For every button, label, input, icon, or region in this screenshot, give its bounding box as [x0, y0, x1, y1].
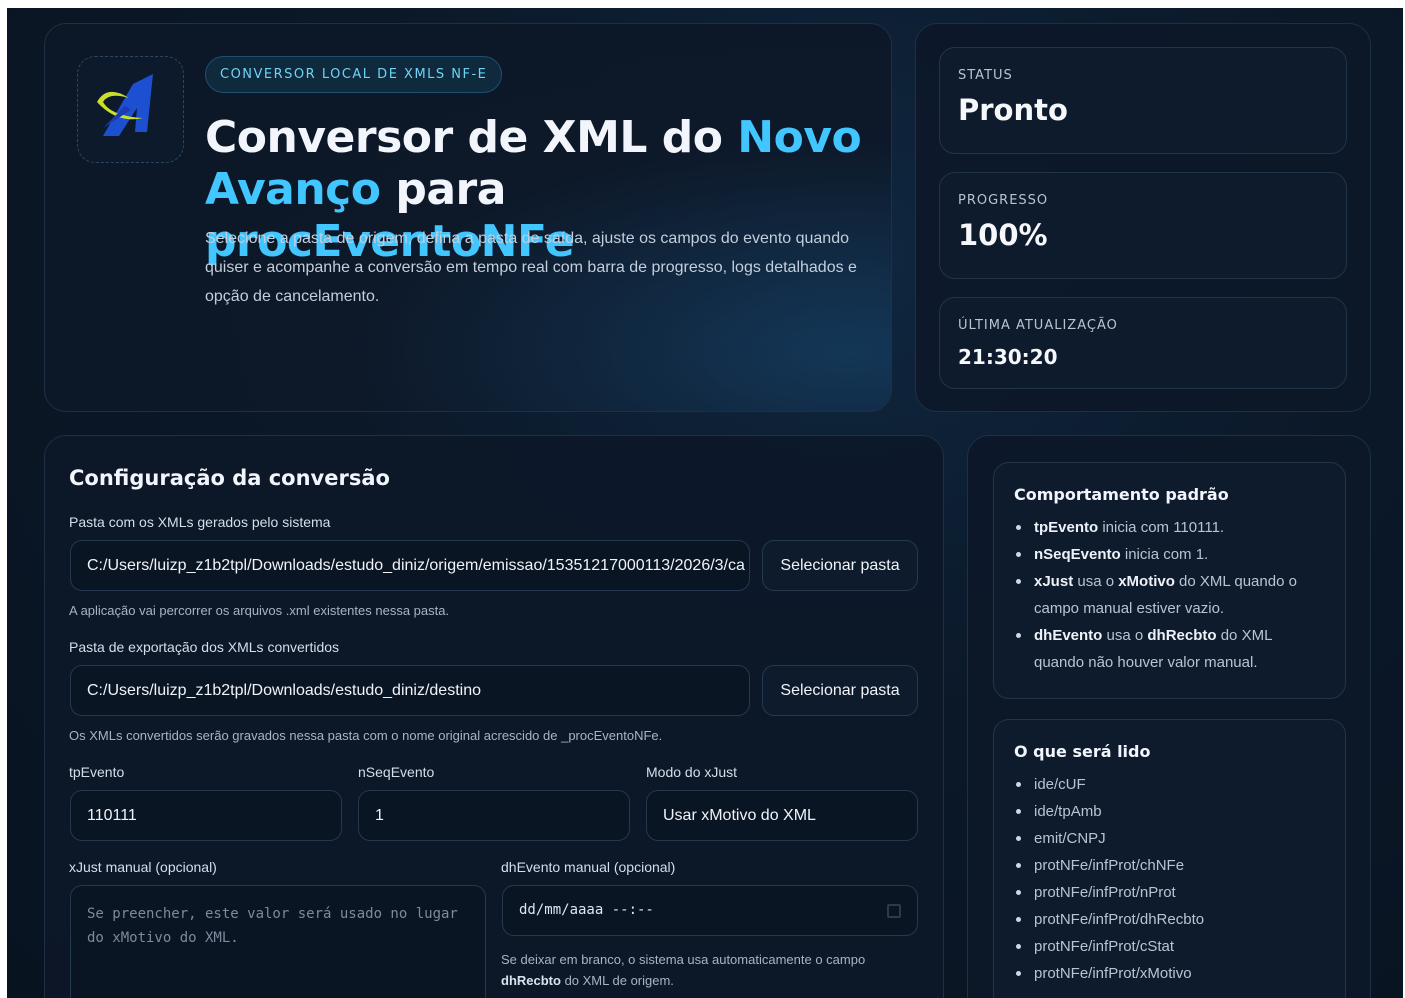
xjust-mode-label: Modo do xJust	[646, 764, 738, 780]
default-behavior-heading: Comportamento padrão	[1014, 485, 1229, 504]
item-key: xMotivo	[1118, 573, 1175, 590]
fields-read-list: ide/cUF ide/tpAmb emit/CNPJ protNFe/infP…	[1014, 771, 1325, 987]
list-item: nSeqEvento inicia com 1.	[1014, 541, 1325, 568]
item-key: nSeqEvento	[1034, 546, 1121, 563]
tpevento-input[interactable]: 110111	[70, 790, 342, 841]
source-folder-hint: A aplicação vai percorrer os arquivos .x…	[69, 603, 450, 618]
nseqevento-label: nSeqEvento	[358, 764, 435, 780]
status-box: STATUS Pronto	[939, 47, 1347, 154]
dhevento-hint-pre: Se deixar em branco, o sistema usa autom…	[501, 952, 866, 967]
page-description: Selecione a pasta de origem, defina a pa…	[205, 230, 857, 305]
list-item: protNFe/infProt/nProt	[1014, 879, 1325, 906]
dhevento-placeholder: dd/mm/aaaa --:--	[519, 902, 654, 918]
default-behavior-list: tpEvento inicia com 110111. nSeqEvento i…	[1014, 514, 1325, 676]
nseqevento-input[interactable]: 1	[358, 790, 630, 841]
item-key: dhEvento	[1034, 627, 1103, 644]
hero-card: CONVERSOR LOCAL DE XMLS NF-E Conversor d…	[44, 23, 892, 412]
title-part-1: Conversor de XML do	[205, 112, 738, 163]
list-item: ide/tpAmb	[1014, 798, 1325, 825]
export-folder-hint: Os XMLs convertidos serão gravados nessa…	[69, 728, 663, 743]
novo-avanco-logo	[77, 56, 184, 163]
info-sidebar-card: Comportamento padrão tpEvento inicia com…	[967, 435, 1371, 998]
calendar-icon[interactable]	[887, 904, 901, 918]
fields-read-heading: O que será lido	[1014, 742, 1151, 761]
status-card: STATUS Pronto PROGRESSO 100% ÚLTIMA ATUA…	[915, 23, 1371, 412]
item-text: usa o	[1102, 627, 1148, 644]
fields-read-panel: O que será lido ide/cUF ide/tpAmb emit/C…	[993, 719, 1346, 998]
item-key: xJust	[1034, 573, 1074, 590]
list-item: protNFe/infProt/xMotivo	[1014, 960, 1325, 987]
source-folder-input[interactable]: C:/Users/luizp_z1b2tpl/Downloads/estudo_…	[70, 540, 750, 591]
item-key: dhRecbto	[1147, 627, 1217, 644]
dhevento-hint-post: do XML de origem.	[560, 973, 674, 988]
source-folder-label: Pasta com os XMLs gerados pelo sistema	[69, 514, 331, 530]
list-item: dhEvento usa o dhRecbto do XML quando nã…	[1014, 622, 1325, 676]
last-update-box: ÚLTIMA ATUALIZAÇÃO 21:30:20	[939, 297, 1347, 389]
config-card: Configuração da conversão Pasta com os X…	[44, 435, 944, 998]
dhevento-datetime-input[interactable]: dd/mm/aaaa --:--	[502, 885, 918, 936]
app-window: CONVERSOR LOCAL DE XMLS NF-E Conversor d…	[7, 8, 1403, 998]
item-text: inicia com 1.	[1120, 546, 1209, 563]
progress-box: PROGRESSO 100%	[939, 172, 1347, 279]
app-tag-badge: CONVERSOR LOCAL DE XMLS NF-E	[205, 56, 503, 93]
list-item: xJust usa o xMotivo do XML quando o camp…	[1014, 568, 1325, 622]
list-item: tpEvento inicia com 110111.	[1014, 514, 1325, 541]
dhevento-hint-bold: dhRecbto	[501, 973, 561, 988]
tpevento-label: tpEvento	[69, 764, 125, 780]
dhevento-hint: Se deixar em branco, o sistema usa autom…	[501, 949, 901, 991]
select-export-folder-button[interactable]: Selecionar pasta	[762, 665, 918, 716]
title-part-3: para	[380, 164, 506, 215]
list-item: emit/CNPJ	[1014, 825, 1325, 852]
dhevento-manual-label: dhEvento manual (opcional)	[501, 859, 676, 875]
logo-mark-icon	[96, 73, 153, 136]
export-folder-label: Pasta de exportação dos XMLs convertidos	[69, 639, 340, 655]
progress-label: PROGRESSO	[958, 193, 1049, 208]
xjust-manual-label: xJust manual (opcional)	[69, 859, 217, 875]
select-source-folder-button[interactable]: Selecionar pasta	[762, 540, 918, 591]
xjust-manual-textarea[interactable]: Se preencher, este valor será usado no l…	[70, 885, 486, 998]
status-label: STATUS	[958, 68, 1013, 83]
export-folder-input[interactable]: C:/Users/luizp_z1b2tpl/Downloads/estudo_…	[70, 665, 750, 716]
list-item: protNFe/infProt/cStat	[1014, 933, 1325, 960]
item-text: usa o	[1073, 573, 1119, 590]
list-item: protNFe/infProt/chNFe	[1014, 852, 1325, 879]
status-value: Pronto	[958, 93, 1068, 127]
list-item: protNFe/infProt/dhRecbto	[1014, 906, 1325, 933]
item-text: inicia com 110111.	[1098, 519, 1225, 536]
progress-value: 100%	[958, 218, 1048, 252]
xjust-mode-select[interactable]: Usar xMotivo do XML	[646, 790, 918, 841]
last-update-value: 21:30:20	[958, 345, 1058, 369]
config-heading: Configuração da conversão	[69, 466, 390, 490]
last-update-label: ÚLTIMA ATUALIZAÇÃO	[958, 318, 1118, 333]
default-behavior-panel: Comportamento padrão tpEvento inicia com…	[993, 462, 1346, 699]
list-item: ide/cUF	[1014, 771, 1325, 798]
item-key: tpEvento	[1034, 519, 1099, 536]
